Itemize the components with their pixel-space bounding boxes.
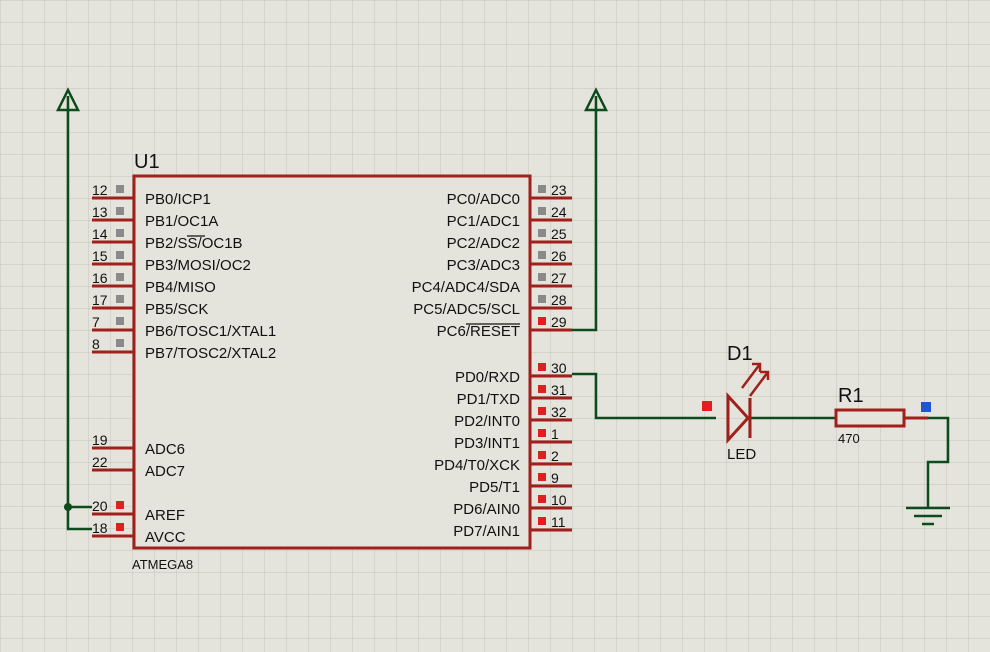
pin-number: 19 [92,432,108,448]
pin-marker [538,473,546,481]
pin-number: 30 [551,360,567,376]
pin-number: 31 [551,382,567,398]
junction-dot [64,503,72,511]
pin-number: 9 [551,470,559,486]
pin-name: PB2/SS/OC1B [145,235,243,252]
pin-marker [116,185,124,193]
pin-marker [538,495,546,503]
resistor-ref-label: R1 [838,385,864,407]
pin-name: PC6/RESET [437,323,520,340]
pin-marker [538,295,546,303]
chip-part-label: ATMEGA8 [132,557,193,572]
pin-marker [116,501,124,509]
pin-name: PB3/MOSI/OC2 [145,257,251,274]
pin-number: 22 [92,454,108,470]
pin-marker [538,251,546,259]
pin-name: ADC6 [145,441,185,458]
resistor-pin-marker [921,402,931,412]
pin-name: ADC7 [145,463,185,480]
pin-marker [538,317,546,325]
led-value-label: LED [727,446,756,463]
pin-marker [538,385,546,393]
pin-name: PD2/INT0 [454,413,520,430]
chip-ref-label: U1 [134,151,160,173]
pin-marker [116,207,124,215]
pin-name: PC3/ADC3 [447,257,520,274]
pin-name: PD4/T0/XCK [434,457,520,474]
pin-name: PB5/SCK [145,301,208,318]
pin-name: PC2/ADC2 [447,235,520,252]
pin-marker [116,339,124,347]
pin-number: 11 [551,514,566,530]
pin-marker [116,317,124,325]
pin-number: 13 [92,204,108,220]
pin-name: PD0/RXD [455,369,520,386]
pin-marker [116,229,124,237]
pin-name: PC5/ADC5/SCL [413,301,520,318]
pin-number: 15 [92,248,108,264]
schematic-canvas[interactable]: U1 ATMEGA8 12PB0/ICP113PB1/OC1A14PB2/SS/… [0,0,990,652]
pin-number: 18 [92,520,108,536]
pin-number: 27 [551,270,567,286]
pin-number: 32 [551,404,567,420]
pin-marker [538,517,546,525]
pin-number: 24 [551,204,567,220]
pin-name: PC4/ADC4/SDA [412,279,520,296]
pin-number: 7 [92,314,100,330]
pin-number: 16 [92,270,108,286]
pin-marker [116,273,124,281]
pin-name: PB1/OC1A [145,213,218,230]
pin-marker [538,363,546,371]
pin-number: 1 [551,426,559,442]
led-pin-marker [702,401,712,411]
pin-name: PD6/AIN0 [453,501,520,518]
pin-number: 20 [92,498,108,514]
pin-name: PB6/TOSC1/XTAL1 [145,323,276,340]
pin-number: 17 [92,292,108,308]
resistor-body [834,408,906,428]
pin-marker [538,407,546,415]
pin-number: 2 [551,448,559,464]
pin-marker [116,523,124,531]
pin-marker [538,185,546,193]
pin-marker [116,295,124,303]
pin-number: 12 [92,182,108,198]
pin-number: 29 [551,314,567,330]
pin-name: PC1/ADC1 [447,213,520,230]
pin-marker [538,273,546,281]
pin-marker [538,207,546,215]
resistor-value-label: 470 [838,431,860,446]
pin-number: 26 [551,248,567,264]
pin-marker [538,451,546,459]
pin-marker [538,429,546,437]
pin-name: PC0/ADC0 [447,191,520,208]
pin-marker [538,229,546,237]
led-ref-label: D1 [727,343,753,365]
pin-number: 8 [92,336,100,352]
pin-number: 28 [551,292,567,308]
pin-name: PD7/AIN1 [453,523,520,540]
pin-number: 10 [551,492,567,508]
pin-name: PD5/T1 [469,479,520,496]
pin-number: 25 [551,226,567,242]
pin-marker [116,251,124,259]
pin-name: PB7/TOSC2/XTAL2 [145,345,276,362]
pin-name: AREF [145,507,185,524]
pin-name: AVCC [145,529,186,546]
pin-number: 14 [92,226,108,242]
pin-name: PB4/MISO [145,279,216,296]
pin-name: PB0/ICP1 [145,191,211,208]
pin-name: PD1/TXD [457,391,521,408]
pin-name: PD3/INT1 [454,435,520,452]
pin-number: 23 [551,182,567,198]
